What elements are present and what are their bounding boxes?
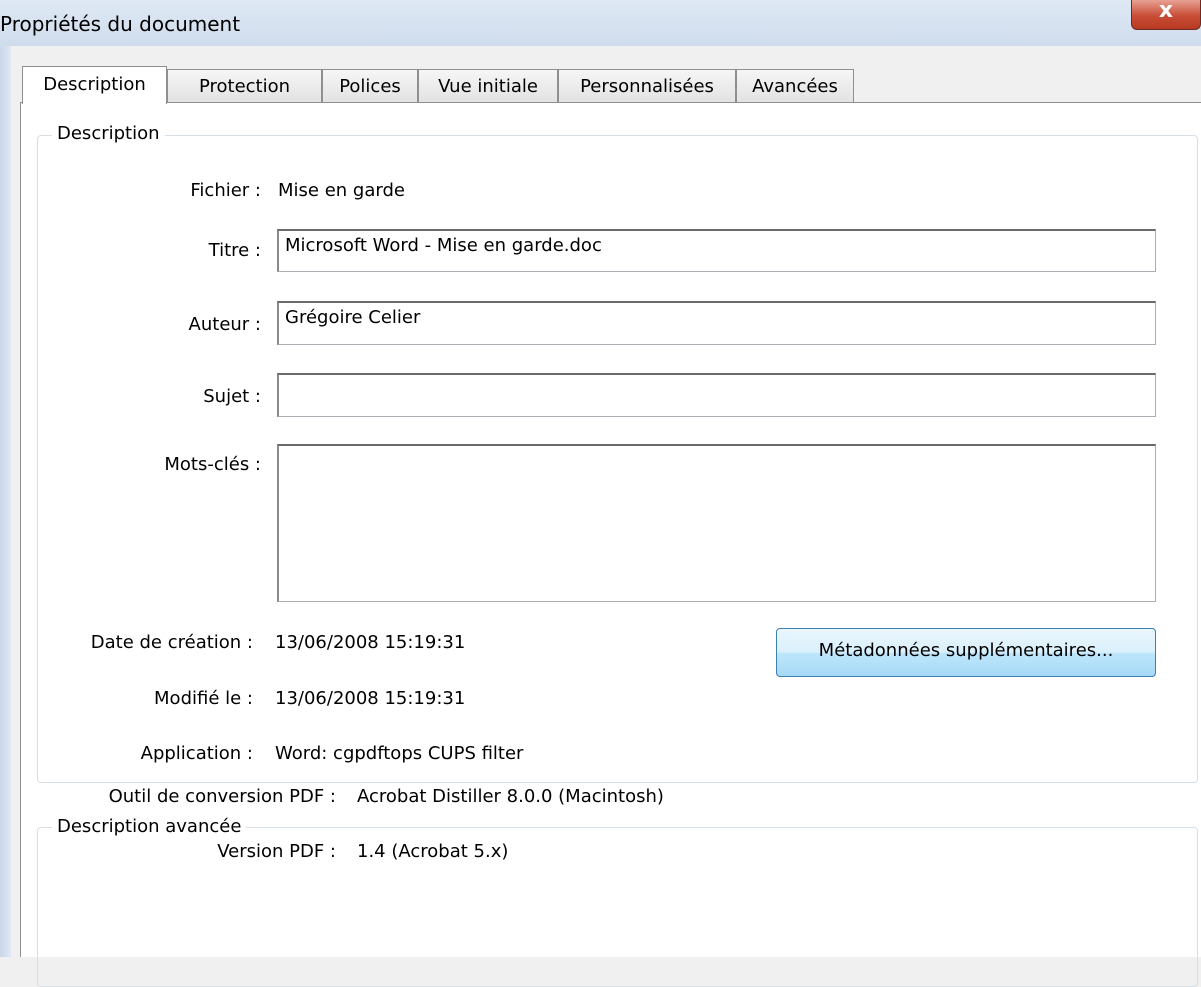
author-field[interactable]: Grégoire Celier [277, 301, 1156, 345]
version-value: 1.4 (Acrobat 5.x) [357, 841, 509, 862]
close-button[interactable]: x [1131, 0, 1201, 30]
advanced-description-group-label: Description avancée [52, 816, 247, 837]
tab-description[interactable]: Description [22, 66, 167, 104]
converter-label: Outil de conversion PDF : [108, 786, 336, 807]
window-frame-left [0, 46, 11, 957]
title-field[interactable]: Microsoft Word - Mise en garde.doc [277, 229, 1156, 272]
file-label: Fichier : [190, 180, 261, 201]
tab-vue-initiale[interactable]: Vue initiale [418, 69, 558, 103]
keywords-field[interactable] [277, 444, 1156, 602]
modified-value: 13/06/2008 15:19:31 [275, 688, 466, 709]
keywords-label: Mots-clés : [164, 454, 261, 475]
version-label: Version PDF : [217, 841, 336, 862]
converter-value: Acrobat Distiller 8.0.0 (Macintosh) [357, 786, 664, 807]
application-label: Application : [140, 743, 253, 764]
created-value: 13/06/2008 15:19:31 [275, 632, 466, 653]
created-label: Date de création : [90, 632, 253, 653]
description-group-label: Description [52, 123, 165, 144]
tab-polices[interactable]: Polices [322, 69, 418, 103]
modified-label: Modifié le : [154, 688, 253, 709]
tab-protection[interactable]: Protection [167, 69, 322, 103]
subject-field[interactable] [277, 373, 1156, 417]
tab-personnalisees[interactable]: Personnalisées [558, 69, 736, 103]
tab-avancees[interactable]: Avancées [736, 69, 854, 103]
author-label: Auteur : [188, 314, 261, 335]
file-value: Mise en garde [278, 180, 405, 201]
more-metadata-button[interactable]: Métadonnées supplémentaires... [776, 628, 1156, 677]
title-label: Titre : [208, 240, 261, 261]
application-value: Word: cgpdftops CUPS filter [275, 743, 524, 764]
close-icon: x [1158, 0, 1174, 23]
window-title: Propriétés du document [0, 12, 241, 36]
tab-panel: Description Fichier : Mise en garde Titr… [20, 102, 1201, 987]
title-bar: Propriétés du document x [0, 0, 1201, 46]
subject-label: Sujet : [203, 386, 261, 407]
